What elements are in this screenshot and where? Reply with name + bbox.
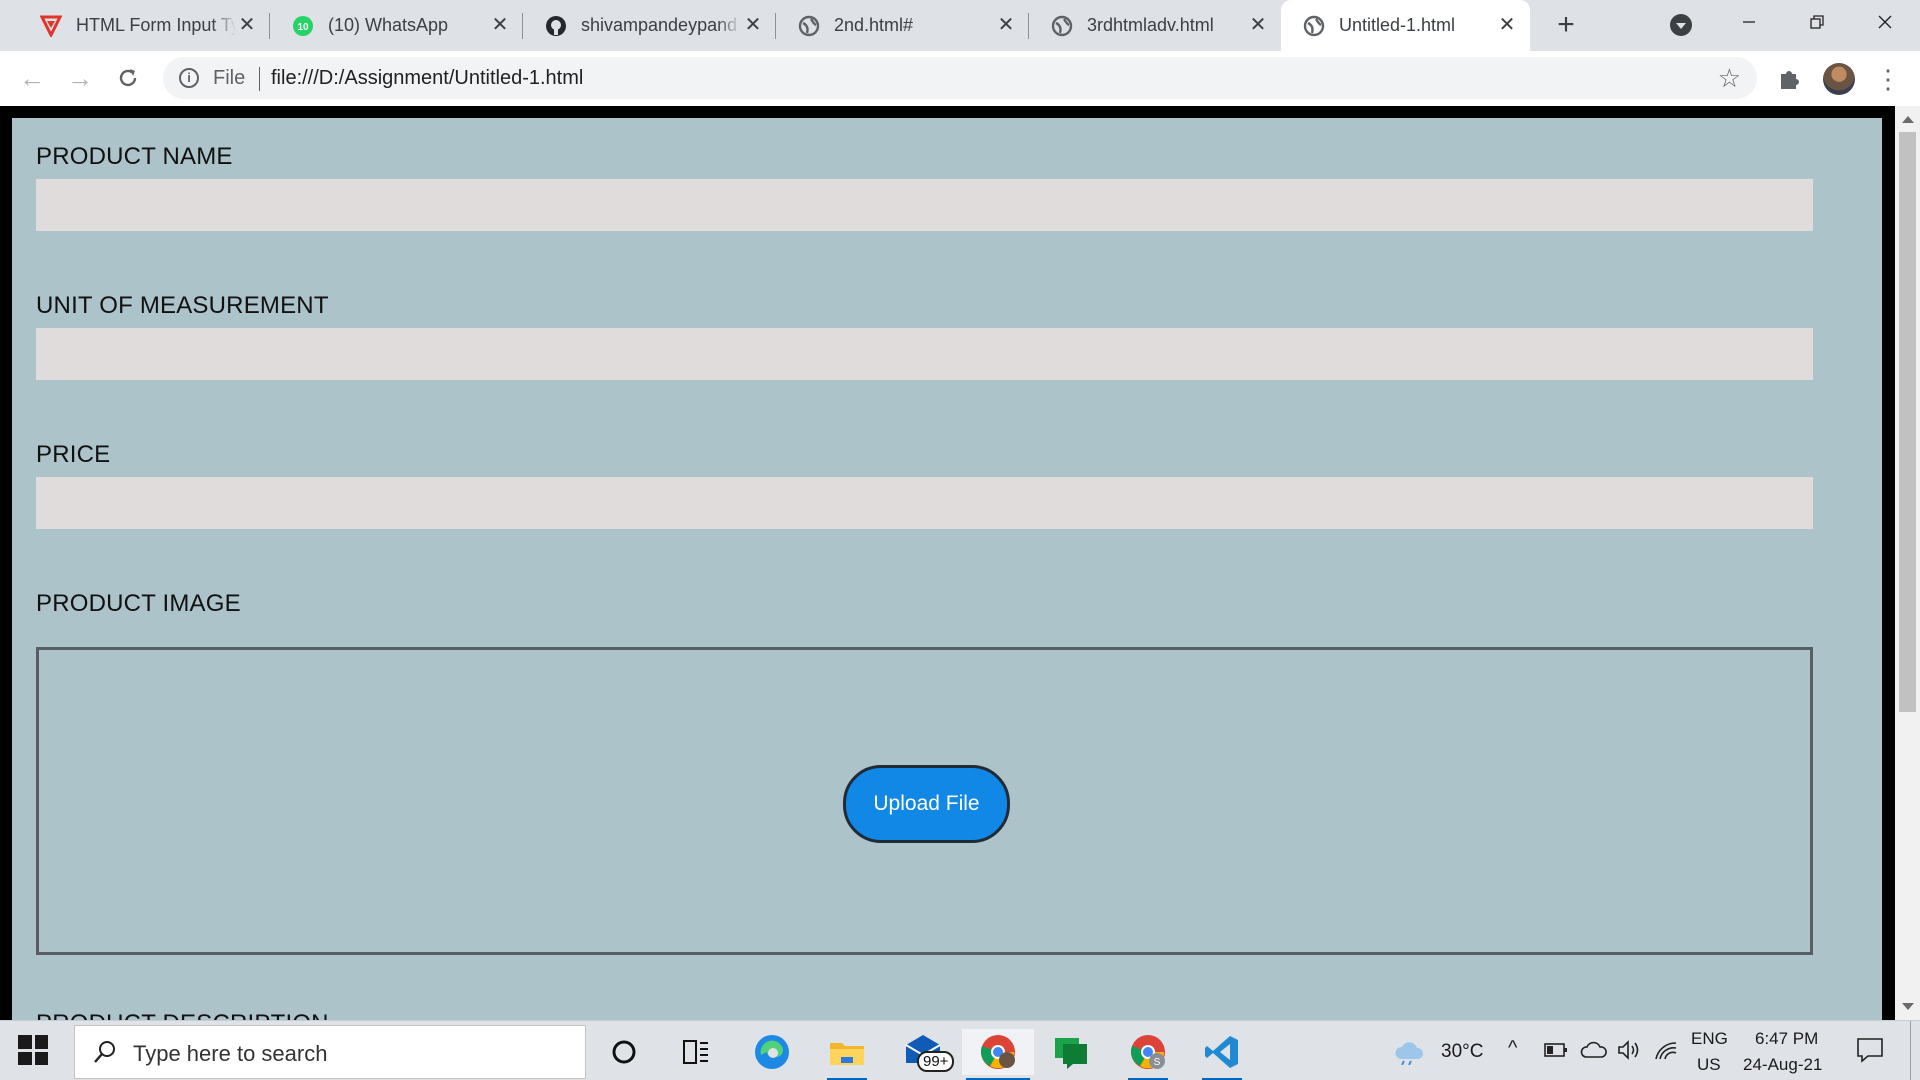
restore-button[interactable]: [1783, 0, 1851, 44]
mail-badge: 99+: [917, 1051, 955, 1072]
svg-text:S: S: [1154, 1057, 1161, 1068]
tab-title: (10) WhatsApp: [328, 15, 449, 35]
close-tab-icon[interactable]: ✕: [1496, 14, 1518, 36]
tab-strip: HTML Form Input Ty ✕ 10 (10) WhatsApp ✕ …: [0, 0, 1920, 51]
close-tab-icon[interactable]: ✕: [995, 14, 1017, 36]
weather-temperature[interactable]: 30°C: [1441, 1041, 1483, 1063]
menu-dots-icon[interactable]: ⋮: [1875, 62, 1901, 96]
back-arrow-icon[interactable]: ←: [14, 61, 50, 97]
vertical-scrollbar[interactable]: [1895, 106, 1920, 1020]
taskbar-search-box[interactable]: Type here to search: [74, 1025, 586, 1079]
clock-time[interactable]: 6:47 PM: [1755, 1029, 1818, 1049]
product-description-label: PRODUCT DESCRIPTION: [36, 1010, 329, 1020]
clock-date[interactable]: 24-Aug-21: [1743, 1055, 1822, 1075]
weather-cloud-icon[interactable]: [1393, 1037, 1425, 1070]
info-icon[interactable]: i: [179, 68, 199, 88]
battery-icon[interactable]: [1544, 1042, 1568, 1063]
github-icon: [545, 15, 567, 37]
windows-start-icon[interactable]: [18, 1035, 48, 1065]
tab-untitled-1[interactable]: Untitled-1.html ✕: [1281, 0, 1530, 51]
chevron-up-icon[interactable]: ^: [1508, 1037, 1517, 1060]
scroll-down-arrow-icon[interactable]: [1902, 1003, 1914, 1010]
product-form: PRODUCT NAME UNIT OF MEASUREMENT PRICE P…: [12, 118, 1882, 1020]
close-tab-icon[interactable]: ✕: [489, 14, 511, 36]
product-name-input[interactable]: [36, 179, 1813, 231]
close-tab-icon[interactable]: ✕: [1247, 14, 1269, 36]
unit-of-measurement-label: UNIT OF MEASUREMENT: [36, 292, 329, 319]
keyboard-region[interactable]: US: [1697, 1055, 1721, 1075]
tutorial-logo-icon: [40, 15, 62, 37]
globe-icon: [1303, 15, 1325, 37]
edge-browser-icon[interactable]: [744, 1029, 800, 1075]
price-input[interactable]: [36, 477, 1813, 529]
tab-title: HTML Form Input Ty: [76, 15, 236, 35]
image-upload-area[interactable]: Upload File: [36, 647, 1813, 955]
url-text[interactable]: file:///D:/Assignment/Untitled-1.html: [271, 67, 583, 90]
tab-title: 2nd.html#: [834, 15, 914, 35]
product-image-label: PRODUCT IMAGE: [36, 590, 241, 617]
wifi-icon[interactable]: [1654, 1039, 1678, 1066]
scroll-thumb[interactable]: [1899, 132, 1916, 712]
globe-icon: [1051, 15, 1073, 37]
scroll-up-arrow-icon[interactable]: [1902, 116, 1914, 123]
address-divider: [259, 67, 260, 91]
onedrive-cloud-icon[interactable]: [1580, 1039, 1608, 1066]
product-name-label: PRODUCT NAME: [36, 143, 233, 170]
speaker-icon[interactable]: [1617, 1039, 1641, 1066]
close-window-button[interactable]: [1851, 0, 1919, 44]
chrome-icon[interactable]: [962, 1029, 1034, 1080]
cortana-icon[interactable]: [596, 1029, 652, 1075]
price-label: PRICE: [36, 441, 111, 468]
upload-file-button[interactable]: Upload File: [843, 765, 1010, 843]
task-view-icon[interactable]: [668, 1029, 724, 1075]
chrome-profile-icon[interactable]: S: [1120, 1029, 1176, 1080]
vscode-icon[interactable]: [1194, 1029, 1250, 1080]
tab-3rdhtmladv[interactable]: 3rdhtmladv.html ✕: [1029, 0, 1281, 51]
whatsapp-icon: 10: [292, 15, 314, 37]
globe-icon: [798, 15, 820, 37]
file-explorer-icon[interactable]: [819, 1029, 875, 1080]
search-icon: [94, 1041, 115, 1063]
whatsapp-badge: 10: [297, 22, 309, 33]
tab-html-form-input[interactable]: HTML Form Input Ty ✕: [18, 0, 270, 51]
mail-icon[interactable]: 99+: [895, 1029, 955, 1075]
search-placeholder: Type here to search: [133, 1041, 328, 1066]
tab-whatsapp[interactable]: 10 (10) WhatsApp ✕: [270, 0, 523, 51]
page-viewport: PRODUCT NAME UNIT OF MEASUREMENT PRICE P…: [0, 106, 1920, 1020]
chat-app-icon[interactable]: [1043, 1029, 1099, 1075]
tab-2nd-html[interactable]: 2nd.html# ✕: [776, 0, 1029, 51]
tab-title: Untitled-1.html: [1339, 15, 1456, 35]
bookmark-star-icon[interactable]: ☆: [1718, 63, 1741, 94]
tab-title: shivampandeypand: [581, 15, 738, 35]
new-tab-button[interactable]: +: [1549, 9, 1583, 43]
unit-of-measurement-input[interactable]: [36, 328, 1813, 380]
profile-avatar[interactable]: [1823, 63, 1855, 95]
reload-icon[interactable]: [110, 61, 146, 97]
show-desktop-button[interactable]: [1910, 1021, 1911, 1080]
extensions-puzzle-icon[interactable]: [1775, 64, 1805, 94]
minimize-button[interactable]: [1715, 0, 1783, 44]
address-bar[interactable]: i File file:///D:/Assignment/Untitled-1.…: [163, 57, 1757, 99]
tab-github[interactable]: shivampandeypand ✕: [523, 0, 776, 51]
language-code[interactable]: ENG: [1691, 1029, 1728, 1049]
forward-arrow-icon[interactable]: →: [62, 61, 98, 97]
close-tab-icon[interactable]: ✕: [742, 14, 764, 36]
tab-title: 3rdhtmladv.html: [1087, 15, 1214, 35]
browser-toolbar: ← → i File file:///D:/Assignment/Untitle…: [0, 51, 1920, 106]
notification-icon[interactable]: [1856, 1037, 1884, 1068]
tab-search-icon[interactable]: [1670, 14, 1692, 36]
windows-taskbar: Type here to search 99+ S 30°C ^ ENG US …: [0, 1020, 1920, 1080]
scheme-label: File: [213, 67, 246, 89]
close-tab-icon[interactable]: ✕: [236, 14, 258, 36]
